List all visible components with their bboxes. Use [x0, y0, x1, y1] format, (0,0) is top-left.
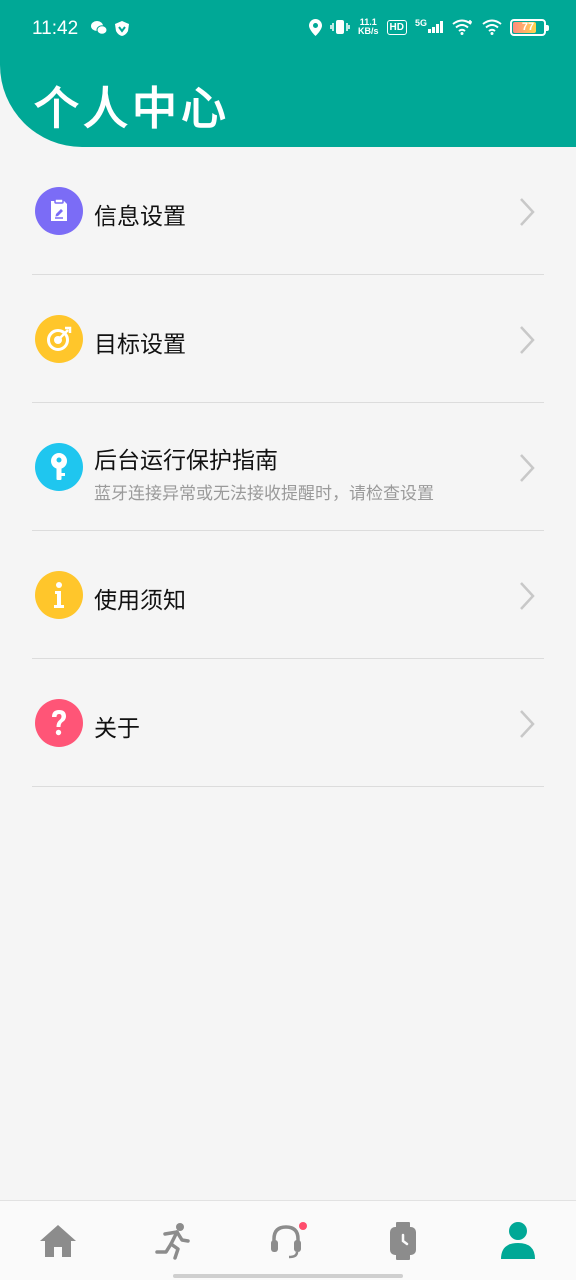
cellular-signal: 5G — [414, 18, 444, 33]
vpn-shield-icon — [115, 21, 129, 36]
menu-list: 信息设置 目标设置 后台运行保护指南 蓝牙连接异常或无法接收提醒时，请检查设置 … — [32, 147, 544, 787]
nav-watch[interactable] — [381, 1219, 425, 1263]
net-speed: 11.1 KB/s — [358, 18, 379, 36]
home-icon — [40, 1225, 76, 1257]
menu-item-about[interactable]: 关于 — [32, 659, 544, 787]
status-right-icons: 11.1 KB/s HD 5G 77 — [309, 18, 549, 36]
watch-icon — [390, 1222, 416, 1260]
running-icon — [155, 1223, 190, 1260]
menu-item-label: 后台运行保护指南 — [94, 448, 278, 474]
vibrate-icon — [330, 20, 350, 34]
menu-item-label: 使用须知 — [94, 588, 186, 614]
menu-item-background-protection[interactable]: 后台运行保护指南 蓝牙连接异常或无法接收提醒时，请检查设置 — [32, 403, 544, 531]
nav-running[interactable] — [151, 1219, 195, 1263]
chevron-right-icon — [520, 454, 535, 482]
network-type: 5G — [414, 18, 427, 28]
bottom-nav — [0, 1200, 576, 1280]
chevron-right-icon — [520, 326, 535, 354]
person-icon — [501, 1222, 535, 1259]
chevron-right-icon — [520, 582, 535, 610]
notification-badge — [299, 1222, 307, 1230]
net-speed-unit: KB/s — [358, 26, 379, 36]
status-time: 11:42 — [32, 18, 79, 39]
status-bar: 11:42 11.1 KB/s HD 5G 77 — [0, 0, 576, 60]
header: 11:42 11.1 KB/s HD 5G 77 个人中心 — [0, 0, 576, 147]
wifi-icon — [482, 19, 502, 35]
menu-item-info-settings[interactable]: 信息设置 — [32, 147, 544, 275]
edit-note-icon — [35, 187, 83, 235]
target-icon — [35, 315, 83, 363]
page-title: 个人中心 — [34, 82, 231, 135]
nav-service[interactable] — [266, 1219, 310, 1263]
headset-icon — [271, 1222, 307, 1259]
wechat-icon — [91, 21, 108, 35]
status-left-icons — [90, 20, 130, 37]
battery-icon: 77 — [510, 18, 549, 36]
menu-item-label: 关于 — [94, 716, 140, 742]
menu-item-goal-settings[interactable]: 目标设置 — [32, 275, 544, 403]
wifi-plus-icon — [452, 19, 472, 35]
nav-home[interactable] — [36, 1219, 80, 1263]
key-icon — [35, 443, 83, 491]
menu-item-label: 信息设置 — [94, 204, 186, 230]
menu-item-label: 目标设置 — [94, 332, 186, 358]
signal-bars-icon — [428, 21, 443, 33]
location-icon — [309, 18, 323, 36]
info-icon — [35, 571, 83, 619]
menu-item-subtitle: 蓝牙连接异常或无法接收提醒时，请检查设置 — [94, 484, 434, 504]
home-indicator — [173, 1274, 403, 1278]
hd-badge: HD — [386, 19, 407, 35]
question-icon — [35, 699, 83, 747]
chevron-right-icon — [520, 710, 535, 738]
nav-profile[interactable] — [496, 1219, 540, 1263]
menu-item-usage-notice[interactable]: 使用须知 — [32, 531, 544, 659]
battery-level: 77 — [521, 21, 535, 33]
chevron-right-icon — [520, 198, 535, 226]
